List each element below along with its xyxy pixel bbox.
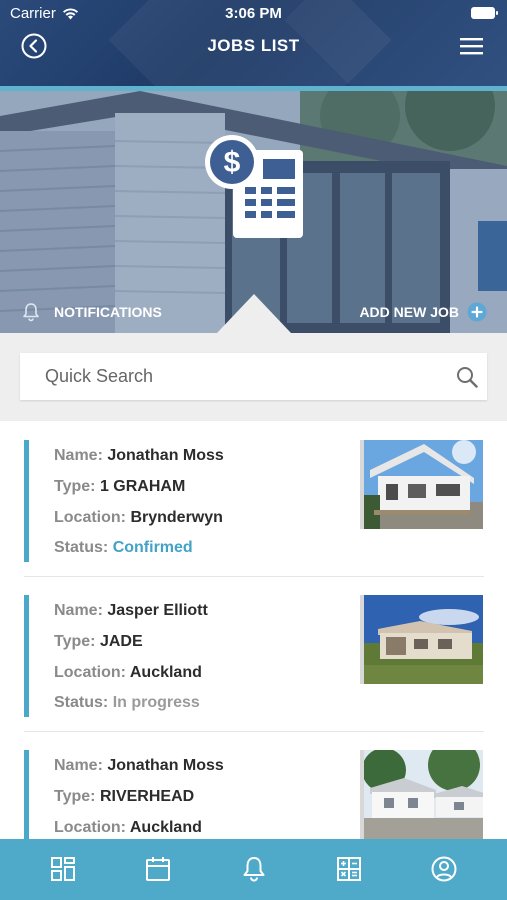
hero-banner: $ NOTIFICATIONS ADD NEW JOB xyxy=(0,91,507,333)
search-section xyxy=(0,333,507,421)
job-name: Name: Jasper Elliott xyxy=(54,602,208,620)
plus-circle-icon xyxy=(467,302,487,322)
job-photo xyxy=(360,595,483,684)
job-type: Type: JADE xyxy=(54,633,143,651)
status-bar: Carrier 3:06 PM xyxy=(0,0,507,28)
job-card[interactable]: Name: Jonathan Moss Type: RIVERHEAD Loca… xyxy=(24,731,484,839)
notifications-button[interactable]: NOTIFICATIONS xyxy=(22,302,162,322)
job-location-value: Auckland xyxy=(129,664,202,681)
status-label: Status: xyxy=(54,694,109,711)
search-box xyxy=(20,353,487,400)
job-status-value: Confirmed xyxy=(112,539,193,556)
job-name-value: Jonathan Moss xyxy=(107,757,224,774)
dashboard-icon[interactable] xyxy=(49,855,77,883)
name-label: Name: xyxy=(54,602,103,619)
app-header: Carrier 3:06 PM JOBS LIST xyxy=(0,0,507,86)
house-photo-3 xyxy=(364,750,483,839)
status-label: Status: xyxy=(54,539,109,556)
jobs-list: Name: Jonathan Moss Type: 1 GRAHAM Locat… xyxy=(0,421,507,839)
job-name: Name: Jonathan Moss xyxy=(54,757,224,775)
job-card[interactable]: Name: Jasper Elliott Type: JADE Location… xyxy=(24,576,484,732)
name-label: Name: xyxy=(54,447,103,464)
job-accent-bar xyxy=(24,440,29,562)
name-label: Name: xyxy=(54,757,103,774)
bell-icon[interactable] xyxy=(240,855,268,883)
calculator-icon[interactable] xyxy=(335,855,363,883)
battery-icon xyxy=(471,7,498,19)
add-new-job-button[interactable]: ADD NEW JOB xyxy=(359,302,487,322)
job-status: Status: In progress xyxy=(54,694,200,712)
job-photo xyxy=(360,750,483,839)
job-accent-bar xyxy=(24,750,29,839)
search-icon[interactable] xyxy=(456,366,478,388)
job-type-value: JADE xyxy=(99,633,143,650)
job-name: Name: Jonathan Moss xyxy=(54,447,224,465)
job-accent-bar xyxy=(24,595,29,717)
job-type-value: 1 GRAHAM xyxy=(99,478,186,495)
job-status: Status: Confirmed xyxy=(54,539,193,557)
type-label: Type: xyxy=(54,478,96,495)
clock: 3:06 PM xyxy=(225,5,282,22)
bottom-tab-bar xyxy=(0,839,507,900)
svg-text:$: $ xyxy=(224,146,241,179)
search-input[interactable] xyxy=(20,353,440,400)
job-type: Type: 1 GRAHAM xyxy=(54,478,185,496)
hero-pointer xyxy=(217,294,291,333)
job-card[interactable]: Name: Jonathan Moss Type: 1 GRAHAM Locat… xyxy=(24,421,484,577)
page-title: JOBS LIST xyxy=(207,36,300,55)
nav-bar: JOBS LIST xyxy=(0,28,507,64)
calendar-icon[interactable] xyxy=(144,855,172,883)
job-name-value: Jasper Elliott xyxy=(107,602,208,619)
job-photo xyxy=(360,440,483,529)
type-label: Type: xyxy=(54,633,96,650)
job-type-value: RIVERHEAD xyxy=(99,788,195,805)
location-label: Location: xyxy=(54,664,126,681)
location-label: Location: xyxy=(54,819,126,836)
job-location: Location: Auckland xyxy=(54,819,202,837)
notifications-label: NOTIFICATIONS xyxy=(54,304,162,320)
house-photo-2 xyxy=(364,595,483,684)
location-label: Location: xyxy=(54,509,126,526)
job-location: Location: Auckland xyxy=(54,664,202,682)
profile-icon[interactable] xyxy=(430,855,458,883)
job-status-value: In progress xyxy=(112,694,200,711)
type-label: Type: xyxy=(54,788,96,805)
job-name-value: Jonathan Moss xyxy=(107,447,224,464)
job-location-value: Auckland xyxy=(129,819,202,836)
hamburger-menu-icon[interactable] xyxy=(460,37,483,55)
add-new-job-label: ADD NEW JOB xyxy=(359,304,459,320)
job-type: Type: RIVERHEAD xyxy=(54,788,194,806)
bell-outline-icon xyxy=(23,303,39,322)
house-photo-1 xyxy=(364,440,483,529)
job-location-value: Brynderwyn xyxy=(130,509,223,526)
job-location: Location: Brynderwyn xyxy=(54,509,223,527)
dollar-calculator-icon: $ xyxy=(205,135,303,238)
